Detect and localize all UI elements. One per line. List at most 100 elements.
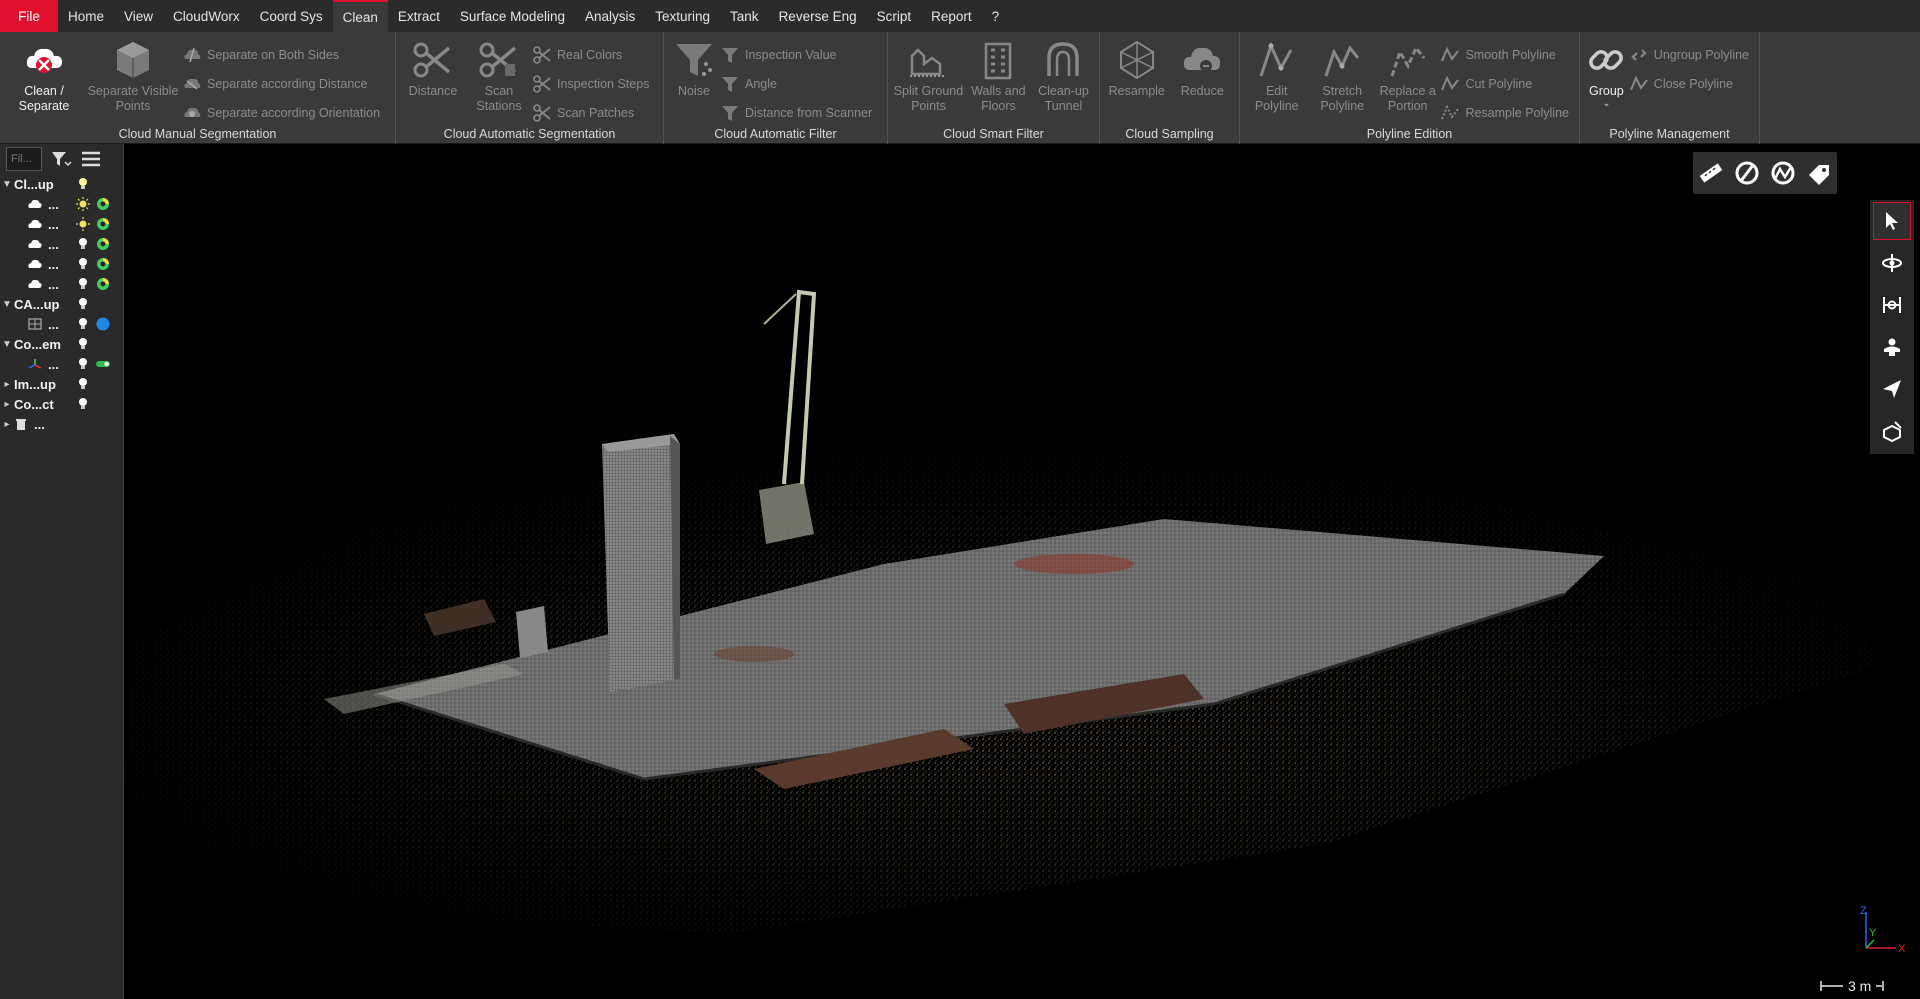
lightbulb-icon[interactable] bbox=[76, 277, 90, 291]
tree-item-cloud[interactable]: ... bbox=[0, 274, 123, 294]
view-box-button[interactable] bbox=[1873, 412, 1911, 450]
scan-stations-button[interactable]: Scan Stations bbox=[466, 36, 532, 122]
smooth-polyline-button[interactable]: Smooth Polyline bbox=[1440, 40, 1575, 69]
lightbulb-sun-icon[interactable] bbox=[76, 217, 90, 231]
real-colors-button[interactable]: Real Colors bbox=[532, 40, 655, 69]
color-circle-icon[interactable] bbox=[96, 317, 110, 331]
tree-group-trash[interactable]: ▸ ... bbox=[0, 414, 123, 434]
lightbulb-icon[interactable] bbox=[76, 357, 90, 371]
tree-group-cad[interactable]: ▼ CA...up bbox=[0, 294, 123, 314]
ruler-icon[interactable] bbox=[1697, 159, 1725, 187]
tree-item-cloud[interactable]: ... bbox=[0, 254, 123, 274]
group-title-manual-segmentation: Cloud Manual Segmentation bbox=[118, 127, 277, 141]
chevron-right-icon[interactable]: ▸ bbox=[0, 399, 14, 410]
separate-both-sides-button[interactable]: Separate on Both Sides bbox=[182, 40, 386, 69]
distance-scanner-button[interactable]: Distance from Scanner bbox=[720, 98, 878, 127]
toggle-icon[interactable] bbox=[96, 357, 110, 371]
menu-file[interactable]: File bbox=[0, 0, 58, 32]
menu-help[interactable]: ? bbox=[982, 0, 1010, 32]
color-mode-icon[interactable] bbox=[96, 277, 110, 291]
close-polyline-button[interactable]: Close Polyline bbox=[1629, 69, 1755, 98]
lightbulb-icon[interactable] bbox=[76, 257, 90, 271]
chevron-down-icon[interactable]: ⌄ bbox=[1602, 99, 1610, 109]
color-mode-icon[interactable] bbox=[96, 217, 110, 231]
group-button[interactable]: Group ⌄ bbox=[1584, 36, 1629, 122]
tree-item-ucs[interactable]: ... bbox=[0, 354, 123, 374]
menu-clean[interactable]: Clean bbox=[332, 0, 388, 32]
menu-icon[interactable] bbox=[80, 149, 102, 169]
tag-icon[interactable] bbox=[1805, 159, 1833, 187]
menu-reverse-eng[interactable]: Reverse Eng bbox=[769, 0, 867, 32]
walk-mode-button[interactable] bbox=[1873, 328, 1911, 366]
menu-home[interactable]: Home bbox=[58, 0, 114, 32]
color-mode-icon[interactable] bbox=[96, 197, 110, 211]
scan-patches-button[interactable]: Scan Patches bbox=[532, 98, 655, 127]
tree-item-mesh[interactable]: ... bbox=[0, 314, 123, 334]
resample-polyline-button[interactable]: Resample Polyline bbox=[1440, 98, 1575, 127]
chevron-down-icon[interactable]: ▼ bbox=[0, 339, 14, 350]
point-cloud-scene[interactable] bbox=[124, 144, 1920, 999]
separate-orientation-button[interactable]: Separate according Orientation bbox=[182, 98, 386, 127]
clean-separate-button[interactable]: Clean / Separate bbox=[4, 36, 84, 122]
split-ground-button[interactable]: Split Ground Points bbox=[892, 36, 965, 122]
fly-mode-button[interactable] bbox=[1873, 370, 1911, 408]
walls-floors-button[interactable]: Walls and Floors bbox=[965, 36, 1032, 122]
tree-item-cloud[interactable]: ... bbox=[0, 194, 123, 214]
reduce-button[interactable]: Reduce bbox=[1170, 36, 1236, 122]
tree-filter-input[interactable] bbox=[6, 147, 42, 171]
chevron-down-icon[interactable]: ▼ bbox=[0, 179, 14, 190]
lightbulb-icon[interactable] bbox=[76, 377, 90, 391]
menu-surface-modeling[interactable]: Surface Modeling bbox=[450, 0, 575, 32]
cut-polyline-button[interactable]: Cut Polyline bbox=[1440, 69, 1575, 98]
separate-visible-button[interactable]: Separate Visible Points bbox=[84, 36, 182, 122]
menu-report[interactable]: Report bbox=[921, 0, 982, 32]
resample-button[interactable]: Resample bbox=[1104, 36, 1170, 122]
stretch-polyline-button[interactable]: Stretch Polyline bbox=[1309, 36, 1374, 122]
angle-button[interactable]: Angle bbox=[720, 69, 878, 98]
inspection-value-button[interactable]: Inspection Value bbox=[720, 40, 878, 69]
tree-item-cloud[interactable]: ... bbox=[0, 214, 123, 234]
separate-distance-button[interactable]: Separate according Distance bbox=[182, 69, 386, 98]
chevron-right-icon[interactable]: ▸ bbox=[0, 419, 14, 430]
edit-polyline-button[interactable]: Edit Polyline bbox=[1244, 36, 1309, 122]
menu-tank[interactable]: Tank bbox=[720, 0, 769, 32]
distance-button[interactable]: Distance bbox=[400, 36, 466, 122]
lightbulb-sun-icon[interactable] bbox=[76, 197, 90, 211]
lightbulb-icon[interactable] bbox=[76, 237, 90, 251]
lightbulb-on-icon[interactable] bbox=[76, 177, 90, 191]
scale-bar-icon bbox=[1820, 981, 1843, 991]
noise-button[interactable]: Noise bbox=[668, 36, 720, 122]
cleanup-tunnel-button[interactable]: Clean-up Tunnel bbox=[1032, 36, 1095, 122]
tree-item-cloud[interactable]: ... bbox=[0, 234, 123, 254]
filter-icon[interactable] bbox=[50, 149, 72, 169]
chevron-down-icon[interactable]: ▼ bbox=[0, 299, 14, 310]
menu-extract[interactable]: Extract bbox=[388, 0, 450, 32]
select-tool-button[interactable] bbox=[1873, 202, 1911, 240]
replace-portion-button[interactable]: Replace a Portion bbox=[1375, 36, 1440, 122]
scale-bar: 3 m bbox=[1820, 976, 1912, 996]
inspection-steps-button[interactable]: Inspection Steps bbox=[532, 69, 655, 98]
menu-analysis[interactable]: Analysis bbox=[575, 0, 645, 32]
lightbulb-icon[interactable] bbox=[76, 337, 90, 351]
tree-group-images[interactable]: ▸ Im...up bbox=[0, 374, 123, 394]
lightbulb-icon[interactable] bbox=[76, 397, 90, 411]
ungroup-polyline-button[interactable]: Ungroup Polyline bbox=[1629, 40, 1755, 69]
chevron-right-icon[interactable]: ▸ bbox=[0, 379, 14, 390]
angle-measure-icon[interactable] bbox=[1733, 159, 1761, 187]
lightbulb-icon[interactable] bbox=[76, 297, 90, 311]
menu-view[interactable]: View bbox=[114, 0, 163, 32]
menu-script[interactable]: Script bbox=[867, 0, 922, 32]
orbit-tool-button[interactable] bbox=[1873, 244, 1911, 282]
3d-viewport[interactable] bbox=[124, 144, 1920, 999]
tree-group-clouds[interactable]: ▼ Cl...up bbox=[0, 174, 123, 194]
menu-texturing[interactable]: Texturing bbox=[645, 0, 720, 32]
color-mode-icon[interactable] bbox=[96, 257, 110, 271]
lightbulb-icon[interactable] bbox=[76, 317, 90, 331]
tree-group-coordinate-system[interactable]: ▼ Co...em bbox=[0, 334, 123, 354]
tree-group-context[interactable]: ▸ Co...ct bbox=[0, 394, 123, 414]
menu-cloudworx[interactable]: CloudWorx bbox=[163, 0, 250, 32]
menu-coord-sys[interactable]: Coord Sys bbox=[250, 0, 333, 32]
color-mode-icon[interactable] bbox=[96, 237, 110, 251]
profile-measure-icon[interactable] bbox=[1769, 159, 1797, 187]
zoom-extents-button[interactable] bbox=[1873, 286, 1911, 324]
